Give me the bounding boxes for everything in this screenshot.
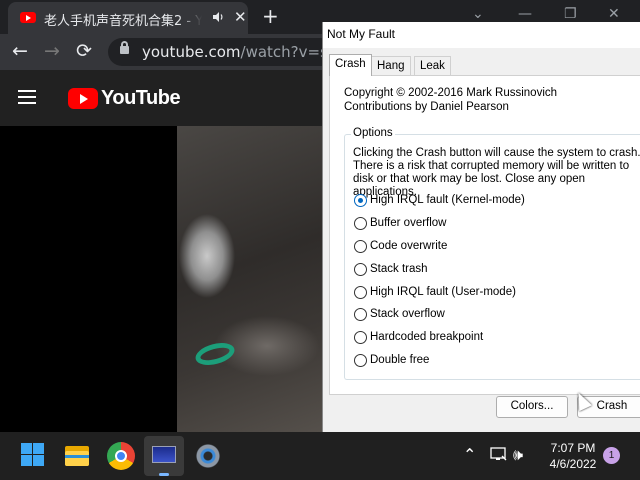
new-tab-button[interactable]: + xyxy=(262,4,279,28)
chrome-icon[interactable] xyxy=(107,442,135,470)
menu-icon[interactable] xyxy=(18,90,36,104)
taskbar: ⌃ 🕪 7:07 PM 4/6/2022 1 xyxy=(0,432,640,480)
reload-button[interactable]: ⟳ xyxy=(76,40,92,62)
tab-hang[interactable]: Hang xyxy=(371,56,411,76)
settings-icon[interactable] xyxy=(194,442,222,470)
forward-button[interactable]: → xyxy=(44,40,60,62)
window-titlebar[interactable]: Not My Fault xyxy=(323,22,640,48)
url-host: youtube.com xyxy=(142,43,241,61)
speaker-icon[interactable] xyxy=(212,11,224,26)
browser-tab[interactable]: 老人手机声音死机合集2 - YouTube ✕ xyxy=(8,2,248,34)
radio-label: High IRQL fault (Kernel-mode) xyxy=(370,194,525,206)
clock-date: 4/6/2022 xyxy=(549,457,597,471)
lock-icon[interactable] xyxy=(120,41,129,54)
options-title: Options xyxy=(351,127,395,139)
video-player[interactable] xyxy=(0,126,322,432)
network-icon[interactable] xyxy=(490,446,508,466)
radio-unchecked-icon[interactable] xyxy=(354,217,367,230)
notmyfault-taskbar-button[interactable] xyxy=(144,436,184,476)
video-frame xyxy=(177,126,322,432)
radio-label: Buffer overflow xyxy=(370,217,447,229)
tab-close-icon[interactable]: ✕ xyxy=(234,8,247,26)
radio-label: Double free xyxy=(370,354,430,366)
crash-tab-panel: Copyright © 2002-2016 Mark Russinovich C… xyxy=(329,75,640,395)
radio-label: High IRQL fault (User-mode) xyxy=(370,286,516,298)
window-title: Not My Fault xyxy=(327,27,396,41)
close-window-icon[interactable]: ✕ xyxy=(608,6,620,22)
copyright-line: Copyright © 2002-2016 Mark Russinovich xyxy=(344,87,558,99)
copyright-text: Copyright © 2002-2016 Mark Russinovich C… xyxy=(344,86,557,114)
radio-label: Stack trash xyxy=(370,263,428,275)
start-icon[interactable] xyxy=(20,442,48,470)
tab-title-fade xyxy=(178,8,202,28)
show-hidden-icons-icon[interactable]: ⌃ xyxy=(463,445,476,464)
youtube-play-icon xyxy=(68,88,98,109)
back-button[interactable]: ← xyxy=(12,40,28,62)
radio-unchecked-icon[interactable] xyxy=(354,354,367,367)
radio-unchecked-icon[interactable] xyxy=(354,331,367,344)
tab-crash[interactable]: Crash xyxy=(329,54,372,76)
colors-button[interactable]: Colors... xyxy=(496,396,568,418)
file-explorer-icon[interactable] xyxy=(63,442,91,470)
youtube-favicon-icon xyxy=(20,12,36,23)
clock-time: 7:07 PM xyxy=(550,441,596,455)
radio-checked-icon[interactable] xyxy=(354,194,367,207)
tab-leak[interactable]: Leak xyxy=(414,56,451,76)
notification-badge[interactable]: 1 xyxy=(603,447,620,464)
video-content xyxy=(193,339,237,369)
contributions-line: Contributions by Daniel Pearson xyxy=(344,101,509,113)
radio-unchecked-icon[interactable] xyxy=(354,308,367,321)
tab-search-icon[interactable]: ⌄ xyxy=(472,6,484,22)
clock[interactable]: 7:07 PM 4/6/2022 xyxy=(544,440,602,472)
volume-icon[interactable]: 🕪 xyxy=(513,445,523,465)
radio-label: Stack overflow xyxy=(370,308,445,320)
minimize-icon[interactable]: — xyxy=(518,6,532,22)
restore-icon[interactable]: ❐ xyxy=(564,6,577,22)
radio-unchecked-icon[interactable] xyxy=(354,240,367,253)
radio-label: Code overwrite xyxy=(370,240,448,252)
notmyfault-window: Not My Fault Crash Hang Leak Copyright ©… xyxy=(322,22,640,432)
radio-unchecked-icon[interactable] xyxy=(354,263,367,276)
radio-label: Hardcoded breakpoint xyxy=(370,331,484,343)
active-indicator xyxy=(159,473,169,476)
radio-unchecked-icon[interactable] xyxy=(354,286,367,299)
notmyfault-icon xyxy=(152,446,176,463)
options-groupbox: Options Clicking the Crash button will c… xyxy=(344,127,640,380)
youtube-logo-text: YouTube xyxy=(101,87,181,109)
options-description: Clicking the Crash button will cause the… xyxy=(353,147,640,198)
